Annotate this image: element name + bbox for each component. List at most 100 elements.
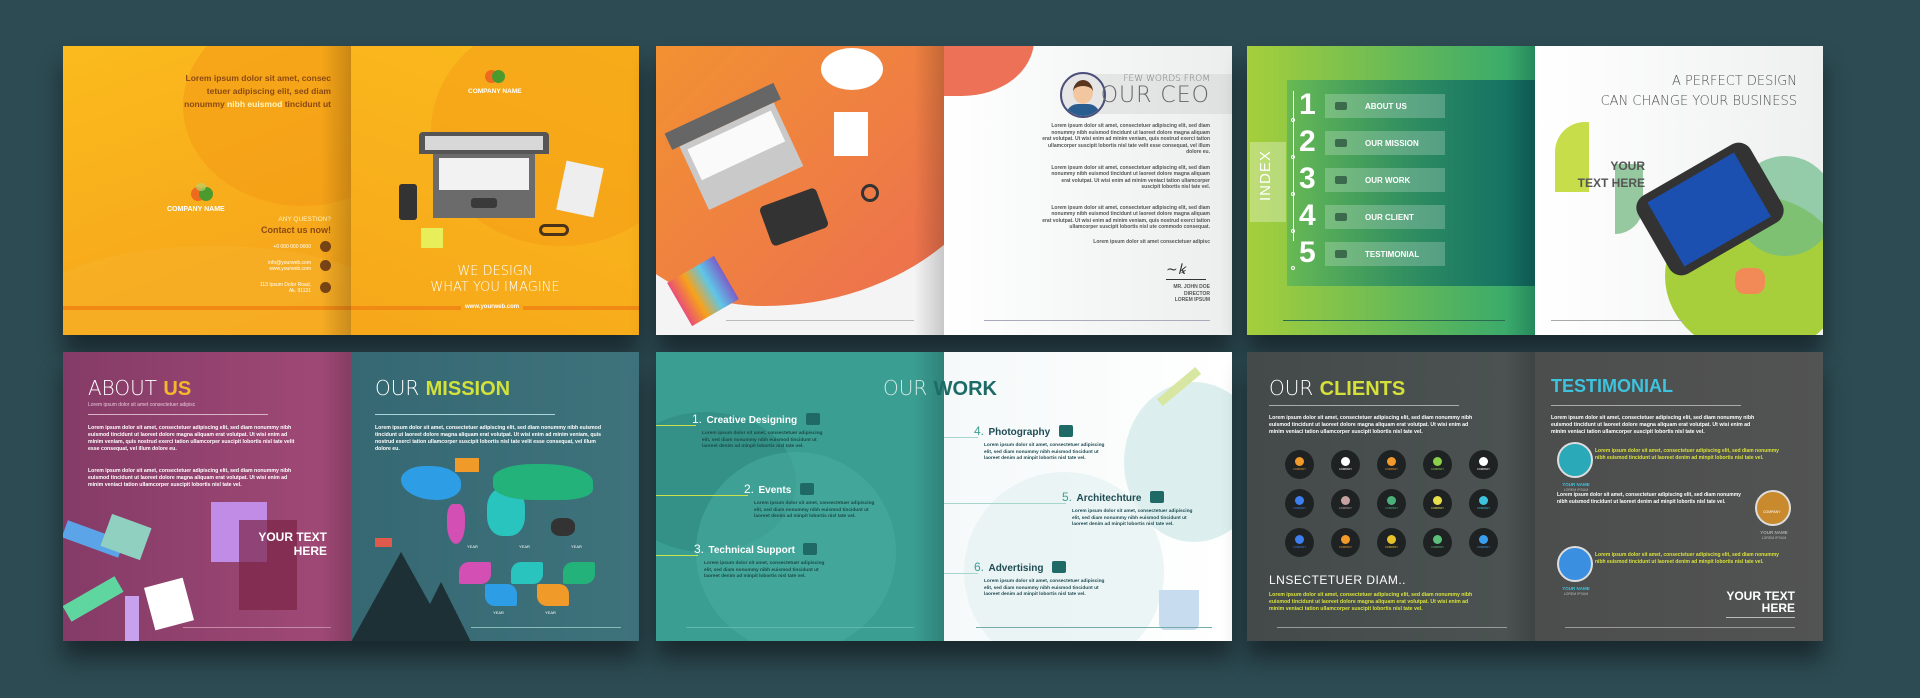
client-logo: COMPANY xyxy=(1285,489,1314,518)
timeline-year: YEAR xyxy=(467,544,478,549)
front-cover-page: COMPANY NAME WE DESIGN WHAT YOU IMAGINE … xyxy=(351,46,639,335)
work-label: Photography xyxy=(988,427,1051,438)
index-number: 4 xyxy=(1299,199,1316,232)
letter-paragraph: Lorem ipsum dolor sit amet, consectetuer… xyxy=(1042,204,1210,231)
index-number: 1 xyxy=(1299,88,1316,121)
work-item: 5. Architechture Lorem ipsum dolor sit a… xyxy=(944,488,1232,529)
ceo-page: FEW WORDS FROM OUR CEO Lorem ipsum dolor… xyxy=(944,46,1232,335)
back-intro: Lorem ipsum dolor sit amet, consec tetue… xyxy=(131,72,331,111)
work-number: 4. xyxy=(974,424,985,438)
timeline-year: YEAR xyxy=(519,544,530,549)
magnifier-icon xyxy=(861,184,879,202)
letter-paragraph: Lorem ipsum dolor sit amet, consectetuer… xyxy=(1042,123,1210,155)
website: www.yourweb.com xyxy=(269,266,311,272)
clients-page: OUR CLIENTS Lorem ipsum dolor sit amet, … xyxy=(1247,352,1535,641)
quote-text: YOUR TEXT HERE xyxy=(1575,158,1645,192)
work-number: 2. xyxy=(744,482,755,496)
client-logo-label: COMPANY xyxy=(1385,507,1398,510)
work-text: Lorem ipsum dolor sit amet, consectetuer… xyxy=(1072,509,1193,527)
work-text: Lorem ipsum dolor sit amet, consectetuer… xyxy=(984,443,1105,461)
hand-illustration xyxy=(1735,268,1765,294)
tagline-line: WE DESIGN xyxy=(457,264,533,279)
flag-icon xyxy=(375,538,392,547)
index-item[interactable]: 4 OUR CLIENT xyxy=(1289,199,1449,233)
client-logo-label: COMPANY xyxy=(1431,546,1444,549)
client-logo-label: COMPANY xyxy=(1339,546,1352,549)
client-logo-label: COMPANY xyxy=(1293,468,1306,471)
timeline-step xyxy=(537,584,569,606)
testimonial-quote: YOUR TEXT HERE xyxy=(1726,590,1795,618)
client-logo: COMPANY xyxy=(1331,528,1360,557)
intro-line: Lorem ipsum dolor sit amet, consec xyxy=(185,73,331,83)
client-logo-label: COMPANY xyxy=(1477,546,1490,549)
ceo-signoff: MR. JOHN DOE DIRECTOR LOREM IPSUM xyxy=(1173,284,1210,304)
testimonial-name: YOUR NAME xyxy=(1562,586,1590,591)
intro-text: nonummy xyxy=(184,99,228,109)
brochure-spread-about-mission: ABOUT US Lorem ipsum dolor sit amet cons… xyxy=(63,352,639,641)
letter-paragraph: Lorem ipsum dolor sit amet, consectetuer… xyxy=(1051,164,1210,191)
work-number: 5. xyxy=(1062,490,1073,504)
testimonial-subtitle: LOREM IPSUM xyxy=(1761,536,1787,540)
work-item: 4. Photography Lorem ipsum dolor sit ame… xyxy=(944,422,1144,463)
tagline-line: WHAT YOU IMAGINE xyxy=(430,280,560,295)
work-label: Architechture xyxy=(1076,493,1142,504)
handshake-icon xyxy=(1335,213,1347,221)
brochure-spread-clients-testimonial: OUR CLIENTS Lorem ipsum dolor sit amet, … xyxy=(1247,352,1823,641)
hands-illustration xyxy=(63,513,203,641)
about-title: ABOUT US xyxy=(88,376,191,401)
index-item[interactable]: 2 OUR MISSION xyxy=(1289,125,1449,159)
work-text: Lorem ipsum dolor sit amet, consectetuer… xyxy=(984,579,1105,597)
brochure-spread-ceo: FEW WORDS FROM OUR CEO Lorem ipsum dolor… xyxy=(656,46,1232,335)
title-part: ABOUT xyxy=(88,376,164,400)
client-logo-label: COMPANY xyxy=(1293,546,1306,549)
index-item[interactable]: 1 ABOUT US xyxy=(1289,88,1449,122)
work-icon xyxy=(1058,424,1073,437)
client-logo: COMPANY xyxy=(1469,528,1498,557)
pen-holder-illustration xyxy=(1159,590,1199,630)
client-logo: COMPANY xyxy=(1331,489,1360,518)
client-logo: COMPANY xyxy=(1377,528,1406,557)
client-logo: COMPANY xyxy=(1423,528,1452,557)
testimonial-title: TESTIMONIAL xyxy=(1551,376,1673,396)
company-name: COMPANY NAME xyxy=(167,206,225,213)
work-icon xyxy=(799,482,814,495)
index-item[interactable]: 3 OUR WORK xyxy=(1289,162,1449,196)
ceo-name: MR. JOHN DOE xyxy=(1173,284,1210,290)
work-text: Lorem ipsum dolor sit amet, consectetuer… xyxy=(704,561,825,579)
client-logo-label: COMPANY xyxy=(1339,507,1352,510)
work-icon xyxy=(1051,560,1066,573)
title-part: OUR xyxy=(375,376,426,400)
letter-paragraph: Lorem ipsum dolor sit amet consectetuer … xyxy=(1093,238,1210,245)
client-logo: COMPANY xyxy=(1285,450,1314,479)
work-number: 1. xyxy=(692,412,703,426)
mission-title: OUR MISSION xyxy=(375,376,510,401)
headline-line: CAN CHANGE YOUR BUSINESS xyxy=(1600,94,1797,109)
web-contacts: info@yourweb.com www.yourweb.com xyxy=(268,260,311,272)
client-logo: COMPANY xyxy=(1469,450,1498,479)
about-quote: YOUR TEXT HERE xyxy=(258,530,327,558)
laptop-illustration xyxy=(419,132,549,218)
timeline-step xyxy=(563,562,595,584)
work-label: Technical Support xyxy=(708,545,795,556)
title-highlight: CLIENTS xyxy=(1319,378,1406,400)
quote-line: TEXT HERE xyxy=(1577,176,1645,190)
title-part: OUR xyxy=(1269,376,1320,400)
testimonial-paragraph: Lorem ipsum dolor sit amet, consectetuer… xyxy=(1551,415,1755,435)
index-page: INDEX 1 ABOUT US 2 OUR MISSION 3 OUR WOR… xyxy=(1247,46,1535,335)
website-link[interactable]: www.yourweb.com xyxy=(461,304,524,310)
address-line: Ak. 91131 xyxy=(288,288,311,294)
client-logo-label: COMPANY xyxy=(1293,507,1306,510)
intro-highlight: nibh euismod xyxy=(227,99,283,109)
index-label: ABOUT US xyxy=(1365,102,1407,111)
title-highlight: US xyxy=(163,378,192,400)
index-item[interactable]: 5 TESTIMONIAL xyxy=(1289,236,1449,270)
work-item: 3. Technical Support Lorem ipsum dolor s… xyxy=(656,540,864,581)
palette-icon xyxy=(821,48,883,90)
work-label: Advertising xyxy=(988,563,1044,574)
title-part: OUR xyxy=(883,376,934,400)
ceo-letter: Lorem ipsum dolor sit amet, consectetuer… xyxy=(1042,123,1210,245)
back-cover-page: Lorem ipsum dolor sit amet, consec tetue… xyxy=(63,46,351,335)
work-icon xyxy=(1149,490,1164,503)
work-icon xyxy=(805,412,820,425)
mission-page: OUR MISSION Lorem ipsum dolor sit amet, … xyxy=(351,352,639,641)
